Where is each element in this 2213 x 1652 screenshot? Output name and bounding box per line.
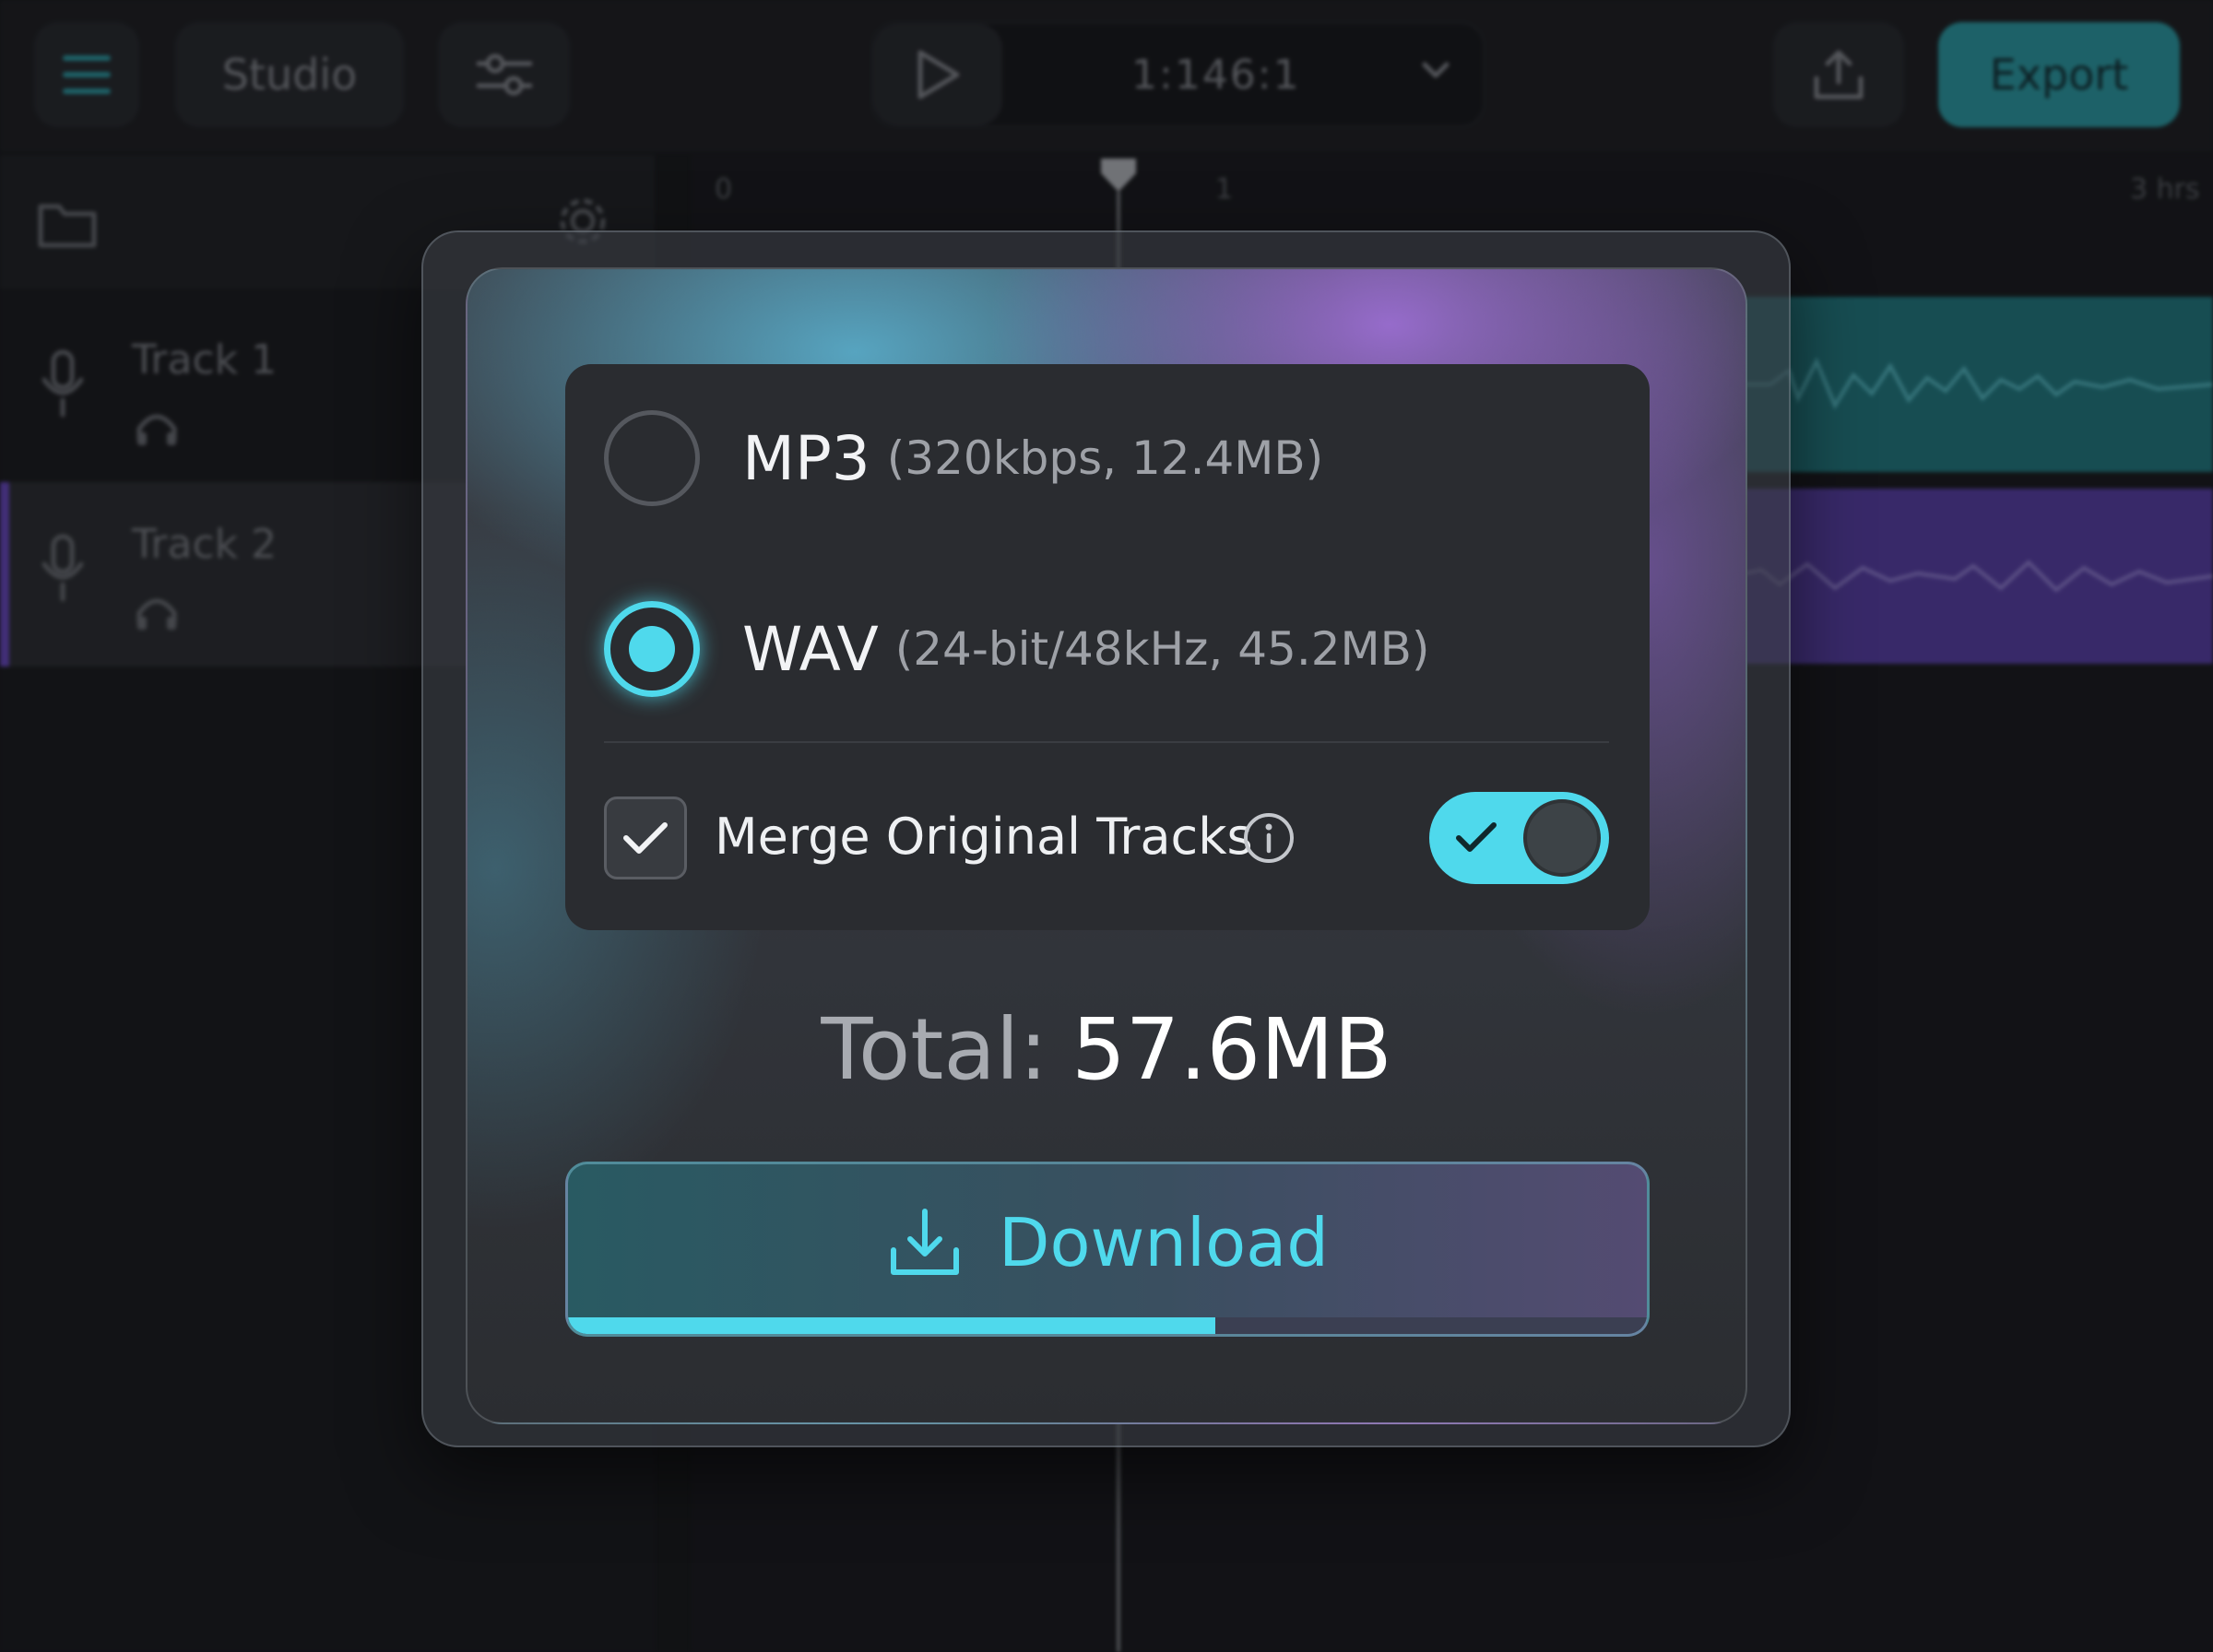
merge-label: Merge Original Tracks: [715, 808, 1253, 866]
total-value: 57.6MB: [1071, 1000, 1392, 1099]
download-icon: [891, 1209, 960, 1275]
download-content: Download: [568, 1164, 1647, 1321]
format-name: MP3: [742, 422, 870, 494]
radio-mp3[interactable]: [604, 410, 700, 506]
merge-checkbox[interactable]: [604, 796, 687, 879]
download-progress-track: [568, 1317, 1647, 1334]
app-window: Studio 1:146:1 Export Track 1 Track 2 0 …: [0, 0, 2213, 1652]
download-button[interactable]: Download: [565, 1162, 1650, 1337]
radio-wav-selected[interactable]: [604, 601, 700, 697]
format-detail: (24-bit/48kHz, 45.2MB): [894, 622, 1430, 676]
format-name: WAV: [742, 613, 879, 685]
merge-tracks-row: Merge Original Tracks: [604, 792, 1609, 884]
total-label: Total:: [821, 1000, 1048, 1099]
toggle-knob: [1523, 799, 1601, 877]
format-option-wav[interactable]: WAV (24-bit/48kHz, 45.2MB): [604, 601, 1429, 697]
download-progress-fill: [568, 1317, 1215, 1334]
merge-toggle[interactable]: [1429, 792, 1609, 884]
divider: [604, 741, 1609, 743]
checkmark-icon: [1456, 822, 1497, 852]
total-size: Total: 57.6MB: [466, 1000, 1747, 1099]
info-icon[interactable]: [1242, 811, 1296, 865]
format-option-mp3[interactable]: MP3 (320kbps, 12.4MB): [604, 410, 1323, 506]
download-label: Download: [999, 1204, 1329, 1281]
format-detail: (320kbps, 12.4MB): [886, 431, 1324, 485]
checkmark-icon: [623, 822, 668, 854]
